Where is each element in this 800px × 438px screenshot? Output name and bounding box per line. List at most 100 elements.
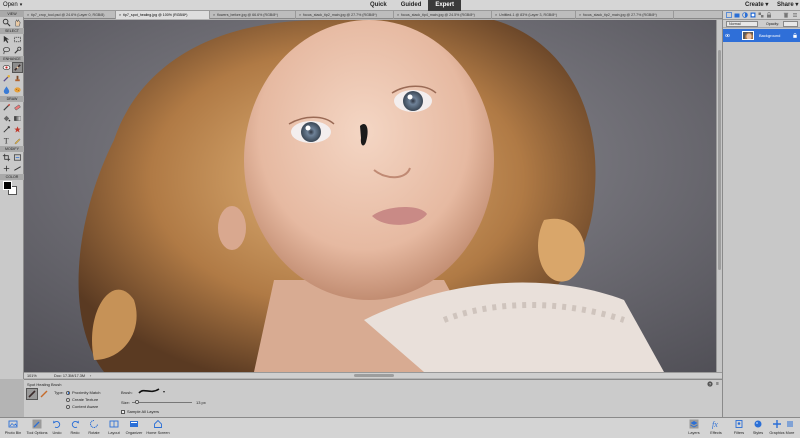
- opacity-field[interactable]: [783, 21, 798, 27]
- layer-row-background[interactable]: Background: [723, 29, 800, 42]
- close-icon[interactable]: ×: [213, 13, 215, 17]
- close-icon[interactable]: ×: [579, 13, 581, 17]
- doc-tab[interactable]: × flowers_before.jpg @ 66.6% (RGB/8*): [210, 11, 296, 19]
- close-icon[interactable]: ×: [495, 13, 497, 17]
- type-label: Type:: [54, 390, 64, 395]
- layer-mask-icon[interactable]: [750, 12, 756, 18]
- custom-shape-icon[interactable]: [13, 125, 22, 134]
- organizer-button[interactable]: Organizer: [121, 419, 147, 438]
- brush-label: Brush:: [121, 390, 133, 395]
- status-bar: 101% Doc: 17.3M/17.3M ›: [24, 372, 722, 378]
- blend-mode-select[interactable]: Normal: [726, 21, 758, 27]
- checkbox-label: Sample All Layers: [127, 409, 160, 414]
- recompose-icon[interactable]: [13, 153, 22, 162]
- home-screen-button[interactable]: Home Screen: [145, 419, 171, 438]
- hand-icon[interactable]: [13, 18, 22, 27]
- share-button[interactable]: Share ▾: [777, 1, 798, 10]
- open-button[interactable]: Open ▾: [3, 1, 22, 10]
- new-group-icon[interactable]: [734, 12, 740, 18]
- doc-tab[interactable]: × Untitled-1 @ 83% (Layer 3, RGB/8*): [492, 11, 576, 19]
- organizer-icon: [130, 421, 138, 427]
- move-icon[interactable]: [2, 35, 11, 44]
- tab-expert[interactable]: Expert: [428, 0, 462, 11]
- slider-handle[interactable]: [134, 400, 139, 404]
- lock-icon[interactable]: [766, 12, 772, 18]
- scrollbar-thumb[interactable]: [718, 50, 721, 270]
- chevron-down-icon[interactable]: ▾: [163, 389, 165, 394]
- doc-tab[interactable]: × tip7_crop_tool.psd @ 24.6% (Layer 0, RG…: [24, 11, 116, 19]
- share-label: Share: [777, 2, 794, 8]
- image-canvas[interactable]: [24, 20, 716, 372]
- section-draw: DRAW: [0, 96, 24, 102]
- lock-transparency-icon[interactable]: [758, 12, 764, 18]
- more-icon: [787, 421, 793, 427]
- brush-preview[interactable]: [138, 387, 160, 395]
- tools-panel: VIEW SELECT ENHANCE DRAW T MODIFY COLOR: [0, 11, 24, 379]
- type-create-texture[interactable]: Create Texture: [66, 397, 98, 402]
- new-layer-icon[interactable]: [726, 12, 732, 18]
- size-value[interactable]: 13 px: [196, 400, 206, 405]
- radio-button[interactable]: [66, 390, 70, 395]
- undo-icon: [53, 420, 61, 428]
- doc-tab-label: focus_stack_tip4_main.jpg @ 24.5% (RGB/8…: [401, 13, 475, 17]
- radio-button[interactable]: [66, 404, 70, 409]
- straighten-icon[interactable]: [13, 164, 22, 173]
- taskbar-label: More: [785, 431, 795, 435]
- trash-icon[interactable]: [783, 12, 789, 18]
- section-modify: MODIFY: [0, 146, 24, 152]
- sample-all-layers-checkbox[interactable]: Sample All Layers: [121, 409, 159, 414]
- tab-guided[interactable]: Guided: [394, 0, 429, 11]
- marquee-icon[interactable]: [13, 35, 22, 44]
- type-icon[interactable]: T: [2, 136, 11, 145]
- photo-bin-button[interactable]: Photo Bin: [0, 419, 26, 438]
- paint-bucket-icon[interactable]: [2, 114, 11, 123]
- smart-brush-icon[interactable]: [2, 74, 11, 83]
- create-button[interactable]: Create ▾: [745, 1, 768, 10]
- tab-quick[interactable]: Quick: [363, 0, 394, 11]
- clone-stamp-icon[interactable]: [13, 74, 22, 83]
- gradient-icon[interactable]: [13, 114, 22, 123]
- brush-icon[interactable]: [2, 103, 11, 112]
- type-proximity-match[interactable]: Proximity Match: [66, 390, 100, 395]
- opacity-label: Opacity:: [766, 22, 780, 26]
- eyedropper-icon[interactable]: [2, 125, 11, 134]
- radio-button[interactable]: [66, 397, 70, 402]
- doc-tab[interactable]: × focus_stack_tip2_main.jpg @ 27.7% (RGB/…: [296, 11, 394, 19]
- quick-selection-icon[interactable]: [13, 46, 22, 55]
- eye-icon[interactable]: [725, 33, 730, 38]
- sponge-icon[interactable]: [13, 85, 22, 94]
- crop-icon[interactable]: [2, 153, 11, 162]
- healing-brush-option-icon[interactable]: [39, 389, 49, 399]
- tool-name: Spot Healing Brush: [27, 382, 62, 387]
- help-icon[interactable]: ?: [707, 381, 713, 387]
- type-content-aware[interactable]: Content Aware: [66, 404, 98, 409]
- spot-healing-option-icon[interactable]: [26, 388, 38, 400]
- close-icon[interactable]: ×: [397, 13, 399, 17]
- content-aware-move-icon[interactable]: [2, 164, 11, 173]
- doc-tab-label: flowers_before.jpg @ 66.6% (RGB/8*): [217, 13, 278, 17]
- blur-icon[interactable]: [2, 85, 11, 94]
- eraser-icon[interactable]: [13, 103, 22, 112]
- pencil-icon[interactable]: [13, 136, 22, 145]
- red-eye-icon[interactable]: [2, 63, 11, 72]
- doc-tab[interactable]: × tip7_spot_healing.jpg @ 100% (RGB/8*): [116, 11, 210, 19]
- size-slider[interactable]: [132, 400, 192, 404]
- close-icon[interactable]: ×: [119, 13, 121, 17]
- size-label: Size:: [121, 400, 130, 405]
- layers-icon: [689, 419, 699, 429]
- more-button[interactable]: More: [780, 419, 800, 438]
- lasso-icon[interactable]: [2, 46, 11, 55]
- doc-tab[interactable]: × focus_stack_tip4_main.jpg @ 24.5% (RGB/…: [394, 11, 492, 19]
- radio-label: Proximity Match: [72, 390, 101, 395]
- zoom-icon[interactable]: [2, 18, 11, 27]
- checkbox[interactable]: [121, 409, 125, 414]
- panel-menu-icon[interactable]: [792, 12, 798, 18]
- spot-healing-brush-icon[interactable]: [12, 62, 23, 73]
- adjustment-layer-icon[interactable]: [742, 12, 748, 18]
- doc-tab[interactable]: × focus_stack_tip2_main.jpg @ 27.7% (RGB/…: [576, 11, 674, 19]
- close-icon[interactable]: ×: [27, 13, 29, 17]
- horizontal-scroll-thumb[interactable]: [354, 374, 394, 377]
- doc-tab-label: focus_stack_tip2_main.jpg @ 27.7% (RGB/8…: [583, 13, 657, 17]
- foreground-color-swatch[interactable]: [3, 181, 12, 190]
- close-icon[interactable]: ×: [299, 13, 301, 17]
